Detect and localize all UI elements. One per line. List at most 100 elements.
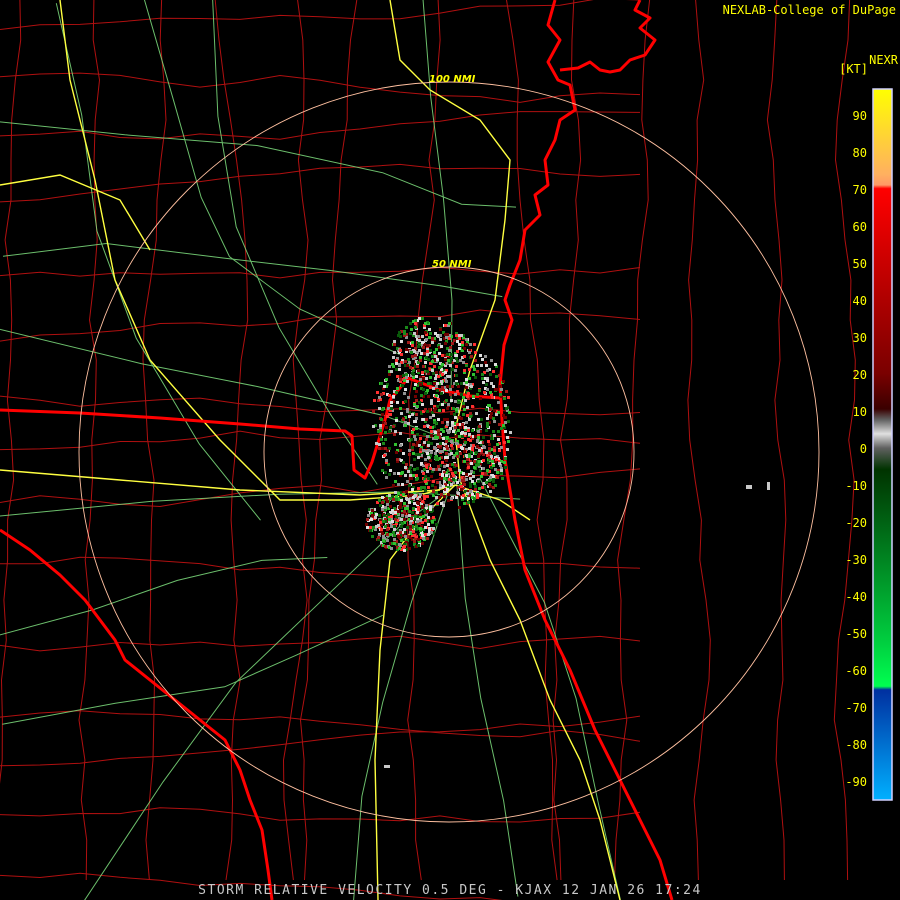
echo-pixel — [384, 525, 387, 528]
echo-pixel — [457, 492, 460, 495]
echo-pixel — [390, 370, 393, 373]
echo-pixel — [427, 395, 430, 398]
echo-pixel — [488, 404, 491, 407]
echo-pixel — [464, 441, 467, 444]
echo-pixel — [371, 514, 374, 517]
echo-pixel — [495, 458, 498, 461]
echo-pixel — [429, 459, 432, 462]
echo-pixel — [390, 547, 393, 550]
echo-pixel — [405, 515, 408, 518]
echo-pixel — [417, 538, 420, 541]
echo-pixel — [387, 513, 390, 516]
echo-pixel — [465, 421, 468, 424]
echo-pixel — [436, 358, 439, 361]
echo-pixel — [389, 505, 392, 508]
echo-pixel — [476, 370, 479, 373]
echo-pixel — [494, 468, 497, 471]
echo-pixel — [419, 378, 422, 381]
echo-pixel — [488, 479, 491, 482]
echo-pixel — [427, 533, 430, 536]
echo-pixel — [446, 418, 449, 421]
echo-pixel — [401, 483, 404, 486]
range-ring-100-label: 100 NMI — [429, 74, 476, 85]
echo-pixel — [408, 453, 411, 456]
echo-pixel — [464, 399, 467, 402]
echo-pixel — [388, 365, 391, 368]
legend-tick-label: 60 — [852, 220, 867, 234]
echo-pixel — [392, 484, 395, 487]
echo-pixel — [470, 355, 473, 358]
echo-pixel — [432, 387, 435, 390]
echo-pixel — [397, 535, 400, 538]
echo-pixel — [402, 461, 405, 464]
echo-pixel — [393, 542, 396, 545]
echo-pixel — [426, 452, 429, 455]
echo-pixel — [403, 545, 406, 548]
legend-tick-label: 90 — [852, 109, 867, 123]
echo-pixel — [421, 341, 424, 344]
echo-pixel — [438, 468, 441, 471]
echo-pixel — [418, 440, 421, 443]
echo-pixel — [466, 395, 469, 398]
echo-pixel — [438, 352, 441, 355]
echo-pixel — [420, 462, 423, 465]
echo-pixel — [386, 503, 389, 506]
echo-pixel — [455, 354, 458, 357]
echo-pixel — [367, 514, 370, 517]
echo-pixel — [450, 452, 453, 455]
echo-pixel — [498, 462, 501, 465]
echo-pixel — [499, 393, 502, 396]
echo-pixel — [434, 332, 437, 335]
echo-pixel — [417, 335, 420, 338]
echo-pixel — [425, 338, 428, 341]
echo-pixel — [422, 537, 425, 540]
legend-tick-label: -60 — [845, 664, 867, 678]
echo-pixel — [415, 444, 418, 447]
echo-pixel — [445, 440, 448, 443]
echo-pixel — [411, 355, 414, 358]
echo-pixel — [461, 435, 464, 438]
echo-pixel — [408, 415, 411, 418]
echo-pixel — [399, 375, 402, 378]
echo-pixel — [468, 368, 471, 371]
echo-pixel — [478, 460, 481, 463]
echo-pixel — [478, 389, 481, 392]
echo-pixel — [421, 542, 424, 545]
echo-pixel — [395, 498, 398, 501]
echo-pixel — [464, 432, 467, 435]
echo-pixel — [389, 497, 392, 500]
echo-pixel — [392, 531, 395, 534]
echo-pixel — [395, 451, 398, 454]
echo-pixel — [394, 491, 397, 494]
echo-pixel — [414, 354, 417, 357]
echo-pixel — [401, 384, 404, 387]
echo-pixel — [397, 483, 400, 486]
echo-pixel — [416, 365, 419, 368]
echo-pixel — [388, 413, 391, 416]
echo-pixel — [417, 506, 420, 509]
echo-pixel — [432, 372, 435, 375]
echo-pixel — [455, 382, 458, 385]
echo-pixel — [478, 487, 481, 490]
echo-pixel — [414, 383, 417, 386]
echo-pixel — [474, 351, 477, 354]
echo-pixel — [746, 485, 752, 489]
echo-pixel — [452, 456, 455, 459]
echo-pixel — [371, 509, 374, 512]
echo-pixel — [438, 409, 441, 412]
echo-pixel — [429, 332, 432, 335]
echo-pixel — [427, 444, 430, 447]
echo-pixel — [433, 351, 436, 354]
echo-pixel — [493, 420, 496, 423]
echo-pixel — [398, 547, 401, 550]
echo-pixel — [393, 340, 396, 343]
echo-pixel — [477, 480, 480, 483]
echo-pixel — [380, 382, 383, 385]
echo-pixel — [455, 374, 458, 377]
echo-pixel — [403, 518, 406, 521]
echo-pixel — [449, 427, 452, 430]
echo-pixel — [467, 497, 470, 500]
echo-pixel — [465, 381, 468, 384]
echo-pixel — [419, 383, 422, 386]
echo-pixel — [446, 353, 449, 356]
